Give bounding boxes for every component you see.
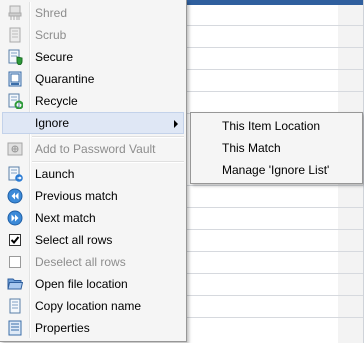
menu-item-shred[interactable]: Shred [2,2,184,24]
menu-item-label: Recycle [35,94,78,108]
document-icon [7,298,23,314]
checkbox-checked-icon [7,232,23,248]
ignore-submenu: This Item Location This Match Manage 'Ig… [190,112,363,184]
menu-item-properties[interactable]: Properties [2,317,184,339]
menu-item-add-to-password-vault[interactable]: Add to Password Vault [2,138,184,160]
menu-item-recycle[interactable]: Recycle [2,90,184,112]
menu-item-copy-location-name[interactable]: Copy location name [2,295,184,317]
menu-item-scrub[interactable]: Scrub [2,24,184,46]
submenu-item-this-item-location[interactable]: This Item Location [193,115,359,137]
submenu-item-label: Manage 'Ignore List' [222,163,330,177]
menu-item-label: Previous match [35,189,118,203]
previous-match-icon [7,188,23,204]
menu-item-label: Select all rows [35,233,113,247]
menu-item-label: Add to Password Vault [35,142,156,156]
menu-item-label: Copy location name [35,299,142,313]
menu-item-previous-match[interactable]: Previous match [2,185,184,207]
folder-icon [7,276,24,292]
menu-item-secure[interactable]: Secure [2,46,184,68]
secure-icon [7,49,23,66]
launch-icon [7,166,23,182]
menu-item-quarantine[interactable]: Quarantine [2,68,184,90]
checkbox-empty-icon [7,254,23,270]
menu-item-label: Quarantine [35,72,95,86]
menu-item-launch[interactable]: Launch [2,163,184,185]
menu-item-select-all-rows[interactable]: Select all rows [2,229,184,251]
properties-icon [7,320,23,336]
menu-item-label: Next match [35,211,96,225]
menu-item-label: Shred [35,6,68,20]
menu-item-next-match[interactable]: Next match [2,207,184,229]
menu-item-label: Deselect all rows [35,255,126,269]
menu-item-label: Properties [35,321,90,335]
next-match-icon [7,210,23,226]
shred-icon [7,5,23,21]
menu-item-label: Launch [35,167,75,181]
table-header-strip [180,0,364,5]
menu-item-label: Ignore [35,116,70,130]
menu-item-label: Secure [35,50,74,64]
menu-item-open-file-location[interactable]: Open file location [2,273,184,295]
menu-item-label: Scrub [35,28,67,42]
menu-item-label: Open file location [35,277,128,291]
scrub-icon [7,27,23,43]
submenu-item-label: This Item Location [222,119,321,133]
menu-item-ignore[interactable]: Ignore [2,112,184,134]
submenu-item-this-match[interactable]: This Match [193,137,359,159]
submenu-item-manage-ignore-list[interactable]: Manage 'Ignore List' [193,159,359,181]
submenu-item-label: This Match [222,141,281,155]
submenu-arrow-icon [174,120,178,128]
password-vault-icon [7,141,23,157]
context-menu: Shred Scrub Secure Quarantine Recycle Ig… [0,0,187,342]
menu-item-deselect-all-rows[interactable]: Deselect all rows [2,251,184,273]
quarantine-icon [7,71,23,87]
recycle-icon [7,93,24,110]
